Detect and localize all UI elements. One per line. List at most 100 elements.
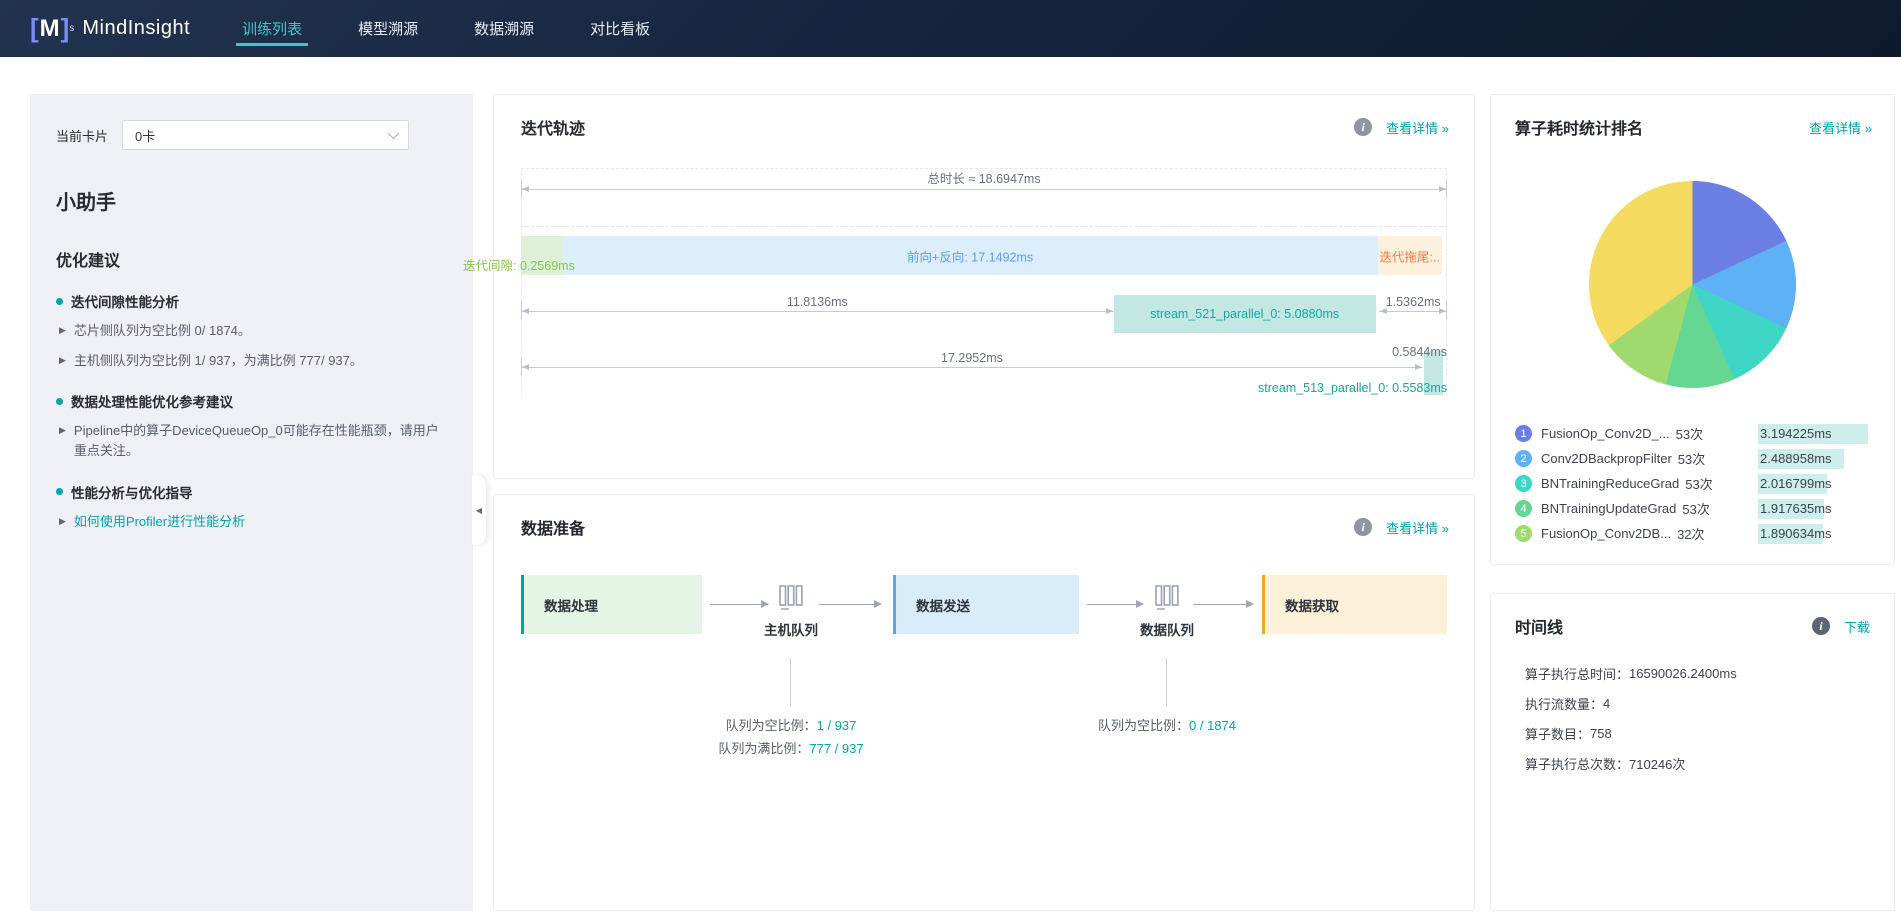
row4-left-label: 17.2952ms [521, 351, 1423, 365]
panel-title: 算子耗时统计排名 [1515, 115, 1643, 139]
triangle-right-icon: ▶ [59, 324, 66, 341]
op-rank-row: 3 BNTrainingReduceGrad 53次 2.016799ms [1515, 471, 1870, 496]
tab-training-list[interactable]: 训练列表 [236, 0, 308, 57]
info-icon[interactable]: i [1354, 518, 1372, 536]
op-rank-row: 2 Conv2DBackpropFilter 53次 2.488958ms [1515, 446, 1870, 471]
stat-label: 队列为空比例： [726, 718, 817, 733]
double-chevron-icon: » [1865, 121, 1870, 136]
panel-title: 数据准备 [521, 515, 585, 539]
data-preparation-panel: 数据准备 i 查看详情 » 数据处理 主机队列 [493, 494, 1475, 911]
card-select[interactable]: 0卡 [122, 120, 409, 150]
flow-node-label: 数据发送 [916, 595, 970, 615]
op-rank-row: 1 FusionOp_Conv2D_... 53次 3.194225ms [1515, 421, 1870, 446]
row3-right-label: 1.5362ms [1379, 295, 1447, 309]
op-duration: 3.194225ms [1760, 426, 1832, 441]
op-name: FusionOp_Conv2DB... [1541, 526, 1671, 541]
data-flow-diagram: 数据处理 主机队列 数据发送 [521, 575, 1447, 875]
logo-bracket-right: ] [61, 13, 70, 44]
tab-data-lineage[interactable]: 数据溯源 [468, 0, 540, 57]
measure-tick [521, 180, 522, 198]
rank-badge: 2 [1515, 450, 1532, 467]
stat-value: 758 [1590, 726, 1612, 741]
suggestion-section-iteration-gap: 迭代间隙性能分析 ▶ 芯片侧队列为空比例 0/ 1874。 ▶ 主机侧队列为空比… [56, 291, 447, 371]
measure-tick [1446, 180, 1447, 198]
download-link[interactable]: 下载 [1844, 617, 1870, 636]
sidebar-collapse-handle[interactable]: ◀ [472, 475, 486, 545]
suggestion-item-text: Pipeline中的算子DeviceQueueOp_0可能存在性能瓶颈，请用户重… [74, 421, 447, 461]
chevron-down-icon [388, 128, 399, 139]
triangle-left-icon: ◀ [476, 506, 482, 515]
stream-513-label: stream_513_parallel_0: 0.5583ms [1258, 381, 1447, 395]
op-name: BNTrainingUpdateGrad [1541, 501, 1676, 516]
logo-bracket-left: [ [30, 13, 39, 44]
tab-comparison-board[interactable]: 对比看板 [584, 0, 656, 57]
op-duration: 2.016799ms [1760, 476, 1832, 491]
timeline-panel: 时间线 i 下载 算子执行总时间：16590026.2400ms 执行流数量：4… [1490, 593, 1895, 911]
iteration-trace-header: 迭代轨迹 i 查看详情 » [521, 115, 1447, 139]
iteration-tail-label: 迭代拖尾:... [1379, 246, 1440, 265]
suggestions-title: 优化建议 [56, 247, 447, 271]
info-icon[interactable]: i [1812, 617, 1830, 635]
data-queue-label: 数据队列 [1107, 619, 1227, 639]
total-duration-label: 总时长 ≈ 18.6947ms [521, 168, 1447, 187]
total-duration-measure: 总时长 ≈ 18.6947ms [521, 163, 1447, 199]
data-preparation-header: 数据准备 i 查看详情 » [521, 515, 1447, 539]
view-details-link[interactable]: 查看详情 » [1386, 518, 1447, 537]
tab-model-lineage[interactable]: 模型溯源 [352, 0, 424, 57]
suggestion-section-title-text: 数据处理性能优化参考建议 [71, 391, 233, 411]
measure-tick [1446, 302, 1447, 320]
stat-line: 算子执行总次数：710246次 [1525, 748, 1870, 778]
assistant-sidebar: 当前卡片 0卡 小助手 优化建议 迭代间隙性能分析 ▶ 芯片侧队列为空比例 0/… [30, 94, 473, 911]
stat-value: 4 [1603, 696, 1610, 711]
main-column: 迭代轨迹 i 查看详情 » 总时长 ≈ 18.6947ms [493, 94, 1475, 911]
stat-value: 777 / 937 [809, 741, 863, 756]
op-ranking-list: 1 FusionOp_Conv2D_... 53次 3.194225ms 2 C… [1515, 421, 1870, 546]
iteration-trace-chart: 总时长 ≈ 18.6947ms 迭代间隙: 0.2569ms 前向+反向: 17… [521, 153, 1447, 423]
suggestion-item-text: 主机侧队列为空比例 1/ 937，为满比例 777/ 937。 [74, 351, 363, 371]
triangle-right-icon: ▶ [59, 424, 66, 461]
triangle-right-icon: ▶ [59, 515, 66, 532]
measure-tick [521, 358, 522, 376]
queue-icon [777, 583, 805, 613]
flow-arrow-icon [1193, 604, 1253, 605]
timeline-stats: 算子执行总时间：16590026.2400ms 执行流数量：4 算子数目：758… [1515, 658, 1870, 778]
double-chevron-icon: » [1442, 121, 1447, 136]
stat-label: 算子执行总次数： [1525, 754, 1629, 773]
suggestion-section-data-processing: 数据处理性能优化参考建议 ▶ Pipeline中的算子DeviceQueueOp… [56, 391, 447, 461]
info-icon[interactable]: i [1354, 118, 1372, 136]
dashed-separator [521, 226, 1447, 227]
op-time-pie-chart[interactable] [1589, 181, 1796, 388]
view-details-link[interactable]: 查看详情 » [1809, 118, 1870, 137]
op-rank-row: 5 FusionOp_Conv2DB... 32次 1.890634ms [1515, 521, 1870, 546]
stat-label: 队列为满比例： [718, 741, 809, 756]
flow-arrow-icon [1087, 604, 1143, 605]
page-content: 当前卡片 0卡 小助手 优化建议 迭代间隙性能分析 ▶ 芯片侧队列为空比例 0/… [0, 57, 1901, 911]
suggestion-section-profiler-guide: 性能分析与优化指导 ▶ 如何使用Profiler进行性能分析 [56, 482, 447, 532]
queue-icon [1153, 583, 1181, 613]
profiler-guide-link[interactable]: 如何使用Profiler进行性能分析 [74, 512, 245, 532]
mindinsight-logo: [M]s MindInsight [30, 0, 190, 57]
suggestion-section-title: 性能分析与优化指导 [56, 482, 447, 502]
suggestion-section-title-text: 性能分析与优化指导 [71, 482, 193, 502]
suggestion-section-title: 数据处理性能优化参考建议 [56, 391, 447, 411]
suggestion-section-title-text: 迭代间隙性能分析 [71, 291, 179, 311]
iteration-gap-label: 迭代间隙: 0.2569ms [463, 255, 575, 274]
stream-521-bar: stream_521_parallel_0: 5.0880ms [1114, 295, 1376, 333]
stat-value: 16590026.2400ms [1629, 666, 1737, 681]
assistant-title: 小助手 [56, 186, 447, 215]
stat-line: 算子执行总时间：16590026.2400ms [1525, 658, 1870, 688]
panel-title: 时间线 [1515, 614, 1563, 638]
op-name: FusionOp_Conv2D_... [1541, 426, 1670, 441]
iteration-trace-panel: 迭代轨迹 i 查看详情 » 总时长 ≈ 18.6947ms [493, 94, 1475, 479]
row3-left-label: 11.8136ms [521, 295, 1114, 309]
op-duration: 2.488958ms [1760, 451, 1832, 466]
view-details-link[interactable]: 查看详情 » [1386, 118, 1447, 137]
op-rank-row: 4 BNTrainingUpdateGrad 53次 1.917635ms [1515, 496, 1870, 521]
stat-line: 执行流数量：4 [1525, 688, 1870, 718]
op-time-ranking-panel: 算子耗时统计排名 查看详情 » 1 FusionOp_Conv2D_... 53… [1490, 94, 1895, 565]
stat-value: 1 / 937 [817, 718, 857, 733]
op-count: 32次 [1677, 524, 1704, 543]
flow-node-label: 数据获取 [1285, 595, 1339, 615]
current-card-label: 当前卡片 [56, 126, 108, 145]
stat-label: 执行流数量： [1525, 694, 1603, 713]
